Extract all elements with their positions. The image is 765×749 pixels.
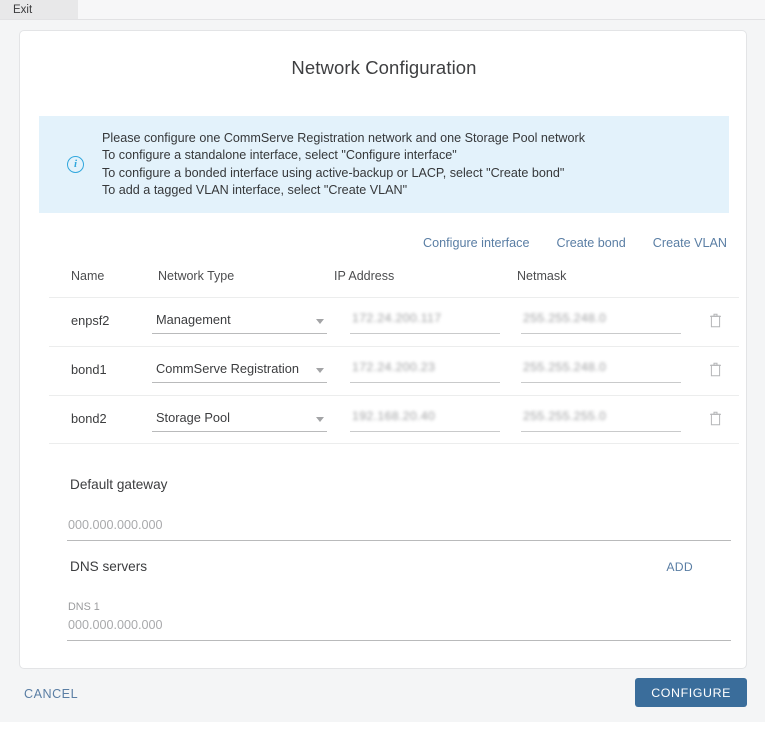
interface-name: enpsf2 <box>71 313 109 328</box>
info-line-1: Please configure one CommServe Registrat… <box>102 130 585 147</box>
interface-name: bond2 <box>71 411 107 426</box>
default-gateway-placeholder: 000.000.000.000 <box>68 518 163 532</box>
table-row: bond2 Storage Pool 192.168.20.40 255.255… <box>49 395 739 444</box>
column-header-network-type: Network Type <box>158 269 234 283</box>
create-vlan-link[interactable]: Create VLAN <box>653 236 727 250</box>
column-header-netmask: Netmask <box>517 269 566 283</box>
netmask-value: 255.255.248.0 <box>523 311 606 325</box>
ip-address-value: 192.168.20.40 <box>352 409 435 423</box>
table-row: enpsf2 Management 172.24.200.117 255.255… <box>49 297 739 346</box>
app-root: Exit Network Configuration i Please conf… <box>0 0 765 749</box>
info-banner-text: Please configure one CommServe Registrat… <box>102 130 585 199</box>
column-header-ip-address: IP Address <box>334 269 394 283</box>
info-line-3: To configure a bonded interface using ac… <box>102 165 585 182</box>
table-header-row: Name Network Type IP Address Netmask <box>49 269 739 297</box>
network-type-select[interactable]: Storage Pool <box>152 406 327 432</box>
configure-interface-link[interactable]: Configure interface <box>423 236 529 250</box>
table-row: bond1 CommServe Registration 172.24.200.… <box>49 346 739 395</box>
configure-button[interactable]: CONFIGURE <box>635 678 747 707</box>
netmask-value: 255.255.248.0 <box>523 360 606 374</box>
create-bond-link[interactable]: Create bond <box>556 236 625 250</box>
chevron-down-icon <box>316 368 324 373</box>
ip-address-input[interactable]: 192.168.20.40 <box>350 406 500 432</box>
ip-address-input[interactable]: 172.24.200.23 <box>350 357 500 383</box>
info-banner: i Please configure one CommServe Registr… <box>39 116 729 213</box>
top-bar-divider <box>0 19 765 20</box>
netmask-input[interactable]: 255.255.248.0 <box>521 308 681 334</box>
trash-icon[interactable] <box>709 411 722 426</box>
netmask-value: 255.255.255.0 <box>523 409 606 423</box>
network-type-value: Storage Pool <box>156 410 230 425</box>
exit-button[interactable]: Exit <box>0 0 78 20</box>
dns-1-input[interactable]: 000.000.000.000 <box>67 617 731 641</box>
dialog-footer: CANCEL CONFIGURE <box>0 669 765 722</box>
top-bar: Exit <box>0 0 765 20</box>
info-circle-icon: i <box>67 156 84 173</box>
dns-1-placeholder: 000.000.000.000 <box>68 618 163 632</box>
ip-address-input[interactable]: 172.24.200.117 <box>350 308 500 334</box>
column-header-name: Name <box>71 269 104 283</box>
network-configuration-card: Network Configuration i Please configure… <box>19 30 747 669</box>
network-type-value: Management <box>156 312 231 327</box>
trash-icon[interactable] <box>709 362 722 377</box>
trash-icon[interactable] <box>709 313 722 328</box>
dns-servers-label: DNS servers <box>70 559 147 574</box>
default-gateway-input[interactable]: 000.000.000.000 <box>67 517 731 541</box>
add-dns-button[interactable]: ADD <box>666 560 693 574</box>
page-title: Network Configuration <box>20 57 748 79</box>
cancel-button[interactable]: CANCEL <box>22 683 80 705</box>
ip-address-value: 172.24.200.117 <box>352 311 441 325</box>
chevron-down-icon <box>316 417 324 422</box>
netmask-input[interactable]: 255.255.255.0 <box>521 406 681 432</box>
interfaces-table: Name Network Type IP Address Netmask enp… <box>49 269 739 444</box>
dns-1-label: DNS 1 <box>68 601 100 613</box>
netmask-input[interactable]: 255.255.248.0 <box>521 357 681 383</box>
default-gateway-label: Default gateway <box>70 477 167 492</box>
ip-address-value: 172.24.200.23 <box>352 360 435 374</box>
interface-name: bond1 <box>71 362 107 377</box>
network-type-select[interactable]: Management <box>152 308 327 334</box>
network-type-select[interactable]: CommServe Registration <box>152 357 327 383</box>
info-line-4: To add a tagged VLAN interface, select "… <box>102 182 585 199</box>
network-type-value: CommServe Registration <box>156 361 299 376</box>
interface-actions: Configure interface Create bond Create V… <box>423 236 727 250</box>
info-line-2: To configure a standalone interface, sel… <box>102 147 585 164</box>
chevron-down-icon <box>316 319 324 324</box>
